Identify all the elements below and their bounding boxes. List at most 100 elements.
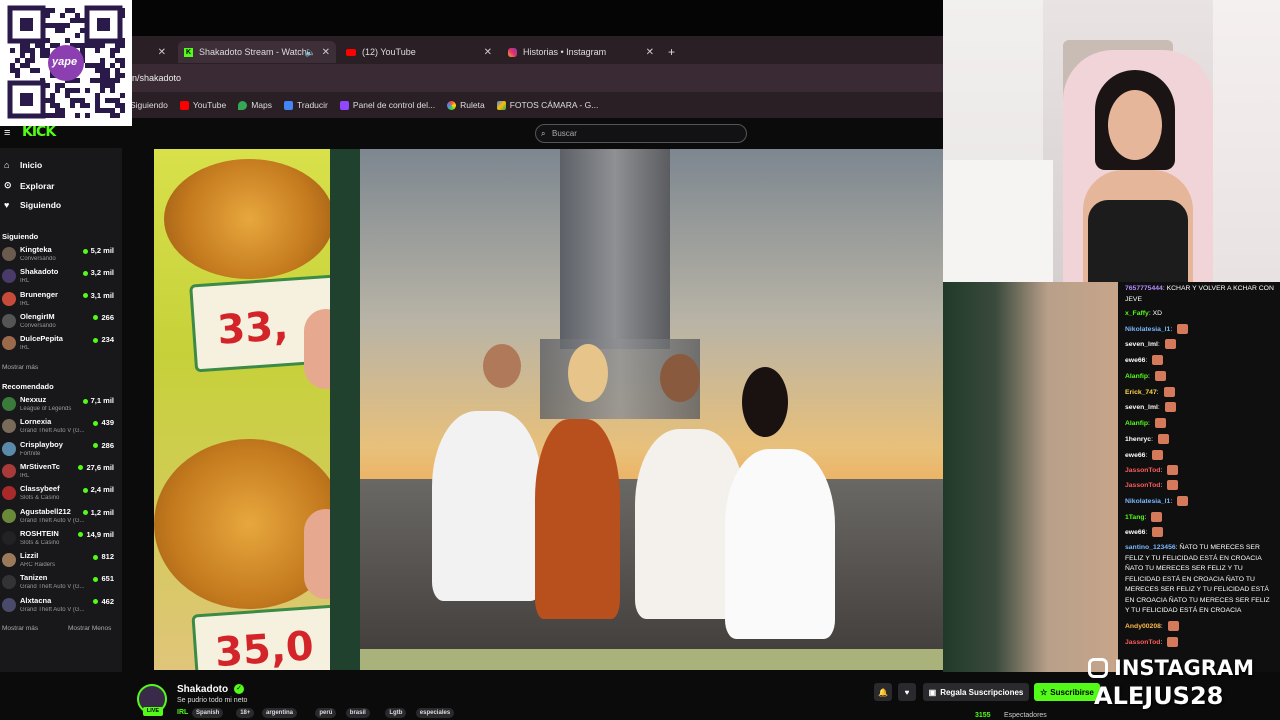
sidebar-channel[interactable]: ROSHTEIN Slots & Casino 14,9 mil (2, 529, 118, 551)
wheel-icon (447, 100, 457, 110)
tab-label: Historias • Instagram (523, 47, 607, 57)
nav-explorar[interactable]: ⊙ Explorar (4, 180, 55, 191)
bookmark-ruleta[interactable]: Ruleta (447, 100, 485, 110)
address-bar[interactable]: n/shakadoto (0, 64, 943, 92)
new-tab-button[interactable]: + (662, 41, 681, 63)
channel-name: ROSHTEIN (20, 528, 59, 538)
tab-youtube[interactable]: (12) YouTube ✕ (340, 41, 498, 63)
close-icon[interactable]: ✕ (322, 47, 330, 58)
sidebar-channel[interactable]: Tanizen Grand Theft Auto V (G... 651 (2, 573, 118, 595)
chat-message: ewe66: (1125, 527, 1275, 538)
menu-icon[interactable]: ≡ (4, 127, 10, 139)
chat-username[interactable]: ewe66 (1125, 452, 1145, 459)
chat-username[interactable]: Nikolatesia_l1 (1125, 326, 1170, 333)
chat-username[interactable]: Nikolatesia_l1 (1125, 498, 1170, 505)
avatar (2, 336, 16, 351)
kick-header (0, 118, 943, 148)
star-icon: ☆ (1040, 687, 1048, 697)
sidebar-channel[interactable]: LizziI ARC Raiders 812 (2, 551, 118, 573)
follow-button[interactable]: ♥ (898, 683, 916, 701)
channel-name[interactable]: Shakadoto (177, 684, 228, 695)
tab-partial[interactable]: ✕ (132, 41, 172, 63)
sidebar-channel[interactable]: Shakadoto IRL 3,2 mil (2, 267, 118, 289)
stream-tag[interactable]: argentina (262, 708, 298, 718)
chat-username[interactable]: seven_lml (1125, 341, 1158, 348)
channel-name: Classybeef (20, 484, 60, 494)
stream-tag[interactable]: brasil (345, 708, 370, 718)
bookmark-traducir[interactable]: Traducir (284, 100, 328, 110)
viewer-count: 7,1 mil (83, 396, 114, 405)
youtube-icon (179, 100, 189, 110)
sidebar-channel[interactable]: DulcePepita IRL 234 (2, 334, 118, 356)
sidebar-channel[interactable]: Brunenger IRL 3,1 mil (2, 290, 118, 312)
close-icon[interactable]: ✕ (484, 47, 492, 58)
sidebar-channel[interactable]: MrStivenTc IRL 27,6 mil (2, 462, 118, 484)
chat-username[interactable]: JassonTod (1125, 467, 1160, 474)
sidebar-channel[interactable]: Agustabell212 Grand Theft Auto V (G... 1,2… (2, 507, 118, 529)
stream-tag[interactable]: especiales (415, 708, 455, 718)
tab-instagram[interactable]: Historias • Instagram ✕ (502, 41, 660, 63)
bookmark-fotos[interactable]: FOTOS CÁMARA - G... (496, 100, 598, 110)
channel-name: DulcePepita (20, 334, 63, 344)
chat-username[interactable]: Andy00208 (1125, 623, 1161, 630)
avatar (2, 597, 16, 612)
channel-category: IRL (20, 278, 30, 285)
chat-username[interactable]: Erick_747 (1125, 389, 1157, 396)
chat-username[interactable]: Alanfip (1125, 420, 1148, 427)
close-icon[interactable]: ✕ (158, 47, 166, 58)
show-more-recommended[interactable]: Mostrar más (2, 625, 38, 632)
viewer-count: 651 (93, 574, 114, 583)
notification-bell-button[interactable]: 🔔 (874, 683, 892, 701)
nav-inicio[interactable]: ⌂ Inicio (4, 160, 42, 170)
chat-username[interactable]: 7657775444 (1125, 285, 1163, 292)
webcam-person-top (1088, 200, 1188, 282)
tab-kick[interactable]: K Shakadoto Stream - Watch 🔈 ✕ (178, 41, 336, 63)
show-more-following[interactable]: Mostrar más (2, 364, 38, 371)
stream-tag[interactable]: 18+ (236, 708, 255, 718)
video-person-head (483, 344, 521, 388)
chat-username[interactable]: 1henryc (1125, 436, 1151, 443)
sidebar-channel[interactable]: Kingteka Conversando 5,2 mil (2, 245, 118, 267)
chat-username[interactable]: JassonTod (1125, 482, 1160, 489)
stream-tag[interactable]: perú (315, 708, 337, 718)
channel-name: Shakadoto (20, 267, 59, 277)
sidebar-channel[interactable]: Lornexia Grand Theft Auto V (G... 439 (2, 417, 118, 439)
bookmark-panel[interactable]: Panel de control del... (339, 100, 435, 110)
kick-logo[interactable]: KICK (22, 124, 56, 140)
bookmark-youtube[interactable]: YouTube (179, 100, 226, 110)
chat-username[interactable]: 1Tang (1125, 514, 1145, 521)
chat-username[interactable]: santino_123456 (1125, 544, 1176, 551)
emote-icon (1167, 637, 1179, 647)
nav-siguiendo[interactable]: ♥ Siguiendo (4, 200, 61, 210)
chat-username[interactable]: Alanfip (1125, 373, 1148, 380)
stream-tag[interactable]: Spanish (192, 708, 224, 718)
show-less-recommended[interactable]: Mostrar Menos (68, 625, 111, 632)
channel-category: Slots & Casino (20, 539, 60, 546)
chat-username[interactable]: JassonTod (1125, 639, 1160, 646)
avatar (2, 441, 16, 456)
bookmark-siguiendo[interactable]: Siguiendo (130, 100, 168, 110)
sidebar-channel[interactable]: Classybeef Slots & Casino 2,4 mil (2, 484, 118, 506)
stream-category[interactable]: IRL (177, 709, 188, 716)
gift-subs-button[interactable]: ▣ Regala Suscripciones (923, 683, 1029, 701)
video-player[interactable]: 33, 35,0 (154, 149, 943, 670)
chat-username[interactable]: ewe66 (1125, 529, 1145, 536)
chat-username[interactable]: ewe66 (1125, 357, 1145, 364)
stream-tag[interactable]: Lgtb (385, 708, 407, 718)
instagram-handle: ALEJUS28 (1094, 682, 1224, 710)
chat-username[interactable]: seven_lml (1125, 404, 1158, 411)
speaker-icon[interactable]: 🔈 (305, 47, 316, 58)
sidebar-channel[interactable]: Crisplayboy Fortnite 286 (2, 440, 118, 462)
video-person-head (568, 344, 608, 402)
home-icon: ⌂ (4, 160, 10, 170)
sidebar-channel[interactable]: Alxtacna Grand Theft Auto V (G... 462 (2, 596, 118, 618)
bookmark-maps[interactable]: Maps (238, 100, 272, 110)
sidebar-channel[interactable]: Nexxuz League of Legends 7,1 mil (2, 395, 118, 417)
chat-username[interactable]: x_Faffy (1125, 310, 1149, 317)
close-icon[interactable]: ✕ (646, 47, 654, 58)
avatar (2, 269, 16, 284)
channel-name: Brunenger (20, 289, 58, 299)
twitch-icon (339, 100, 349, 110)
search-input[interactable]: ⌕ Buscar (535, 124, 747, 143)
sidebar-channel[interactable]: OlengirIM Conversando 266 (2, 312, 118, 334)
